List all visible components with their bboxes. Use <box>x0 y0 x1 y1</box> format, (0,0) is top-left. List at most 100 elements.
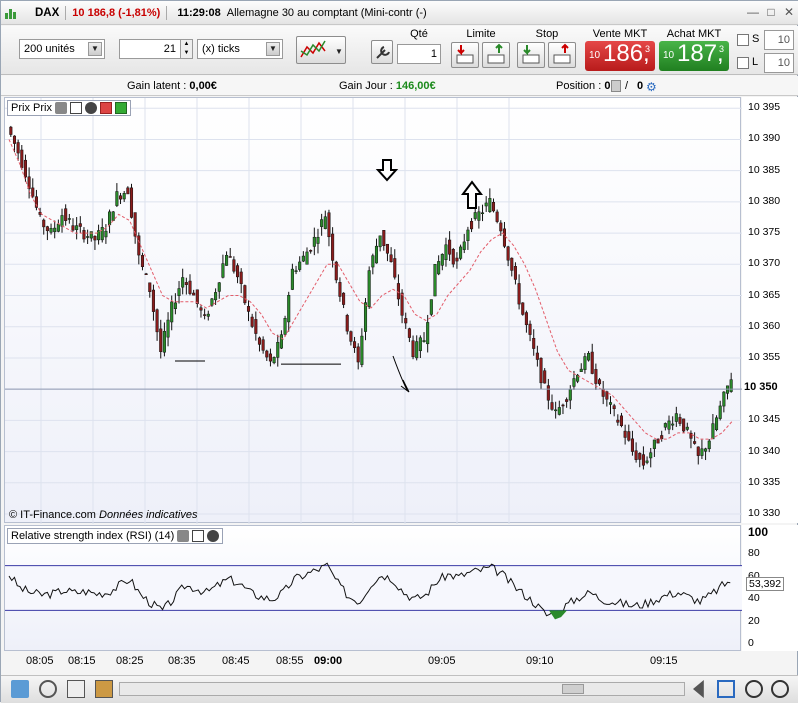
chart-type-icon[interactable] <box>11 680 29 698</box>
candle-body <box>660 435 664 440</box>
candle-body <box>605 391 609 400</box>
close-icon[interactable]: ✕ <box>781 5 797 19</box>
candle-body <box>466 229 470 241</box>
zoom-fit-icon[interactable] <box>717 680 735 698</box>
time-tick: 09:00 <box>314 655 343 667</box>
rsi-chart[interactable] <box>5 526 742 652</box>
candle-body <box>367 270 371 307</box>
candle-body <box>696 446 700 456</box>
candle-body <box>140 255 144 267</box>
candle-body <box>78 223 82 227</box>
candle-body <box>594 369 598 384</box>
move-down-icon[interactable] <box>99 102 112 114</box>
close-icon[interactable] <box>207 530 220 542</box>
price-y-tick: 10 360 <box>748 319 781 332</box>
candle-body <box>404 318 408 324</box>
candle-body <box>619 415 624 426</box>
gear-icon[interactable]: ⚙ <box>646 80 657 94</box>
candle-body <box>305 251 309 265</box>
sell-price-decimal: 3 <box>644 44 650 54</box>
window-icon[interactable] <box>69 102 82 114</box>
rsi-y-axis: 100 80 60 40 20 0 53,392 <box>742 525 798 651</box>
limit-label: Limite <box>466 28 496 40</box>
limit-buy-button[interactable] <box>482 42 510 68</box>
window-icon[interactable] <box>192 530 205 542</box>
candle-body <box>448 239 452 255</box>
close-icon[interactable] <box>84 102 97 114</box>
candle-body <box>312 236 316 247</box>
candle-body <box>228 256 232 258</box>
maximize-icon[interactable]: □ <box>763 5 779 19</box>
title-separator <box>166 5 168 20</box>
size-select-value: 200 unités <box>24 43 75 55</box>
strategy-button[interactable]: ▼ <box>296 36 346 64</box>
l-input[interactable]: 10 <box>764 53 794 73</box>
candle-body <box>608 402 613 405</box>
sell-mkt-label: Vente MKT <box>592 28 648 40</box>
candle-body <box>225 255 229 266</box>
price-y-tick: 10 390 <box>748 132 781 145</box>
ticks-input[interactable]: 21 ▲ ▼ <box>119 39 193 59</box>
l-checkbox[interactable] <box>737 57 749 69</box>
move-up-icon[interactable] <box>114 102 127 114</box>
chevron-down-icon[interactable]: ▼ <box>88 42 102 56</box>
position-close-icon[interactable] <box>611 80 621 92</box>
sell-mkt-button[interactable]: 10 186, 3 <box>585 40 655 71</box>
stop-buy-button[interactable] <box>548 42 576 68</box>
zoom-in-icon[interactable] <box>771 680 789 698</box>
candle-body <box>590 351 594 374</box>
candle-body <box>638 452 642 460</box>
candle-body <box>535 352 539 360</box>
candle-body <box>166 319 170 338</box>
size-select[interactable]: 200 unités ▼ <box>19 39 105 59</box>
candle-body <box>499 222 503 232</box>
tools-icon[interactable] <box>95 680 113 698</box>
rsi-oversold-area <box>549 610 567 620</box>
price-chart[interactable] <box>5 98 742 524</box>
scrollbar-thumb[interactable] <box>562 684 584 694</box>
s-checkbox[interactable] <box>737 34 749 46</box>
candle-body <box>532 338 536 349</box>
candle-body <box>579 368 583 372</box>
copyright-text: © IT-Finance.com <box>9 509 96 521</box>
buy-mkt-button[interactable]: 10 187, 3 <box>659 40 729 71</box>
position-value-2: 0 <box>637 80 644 92</box>
scroll-left-icon[interactable] <box>693 680 704 698</box>
chevron-down-icon[interactable]: ▼ <box>266 42 280 56</box>
settings-wrench-button[interactable] <box>371 40 393 64</box>
zoom-out-icon[interactable] <box>745 680 763 698</box>
indicator-icon[interactable] <box>39 680 57 698</box>
candle-body <box>75 225 79 230</box>
rsi-panel[interactable]: Relative strength index (RSI) (14) <box>4 525 742 652</box>
price-y-tick: 10 355 <box>748 350 781 363</box>
price-panel[interactable]: Prix Prix © IT-Finance.com Données indic… <box>4 97 742 524</box>
candle-body <box>192 292 196 296</box>
rsi-y-tick: 80 <box>748 547 760 560</box>
ticks-unit-select[interactable]: (x) ticks ▼ <box>197 39 283 59</box>
stepper-icon[interactable]: ▲ ▼ <box>180 40 192 58</box>
minimize-icon[interactable]: — <box>745 5 761 19</box>
candle-body <box>206 313 210 317</box>
candle-body <box>97 230 101 241</box>
limit-sell-button[interactable] <box>451 42 479 68</box>
qty-input[interactable]: 1 <box>397 44 441 64</box>
s-input[interactable]: 10 <box>764 30 794 50</box>
candle-body <box>283 318 287 335</box>
candle-body <box>572 378 576 387</box>
wrench-icon[interactable] <box>54 102 67 114</box>
candle-body <box>309 250 313 252</box>
candle-body <box>393 258 397 278</box>
candle-body <box>649 452 653 459</box>
list-icon[interactable] <box>67 680 85 698</box>
candle-body <box>539 357 543 384</box>
stop-sell-button[interactable] <box>517 42 545 68</box>
ticks-unit-value: (x) ticks <box>202 43 240 55</box>
moving-average-line <box>8 139 734 440</box>
time-scrollbar[interactable] <box>119 682 685 696</box>
buy-price-decimal: 3 <box>718 44 724 54</box>
candle-body <box>155 309 159 333</box>
candle-body <box>462 241 466 250</box>
wrench-icon[interactable] <box>177 530 190 542</box>
candle-body <box>598 379 602 385</box>
candle-body <box>23 159 27 178</box>
